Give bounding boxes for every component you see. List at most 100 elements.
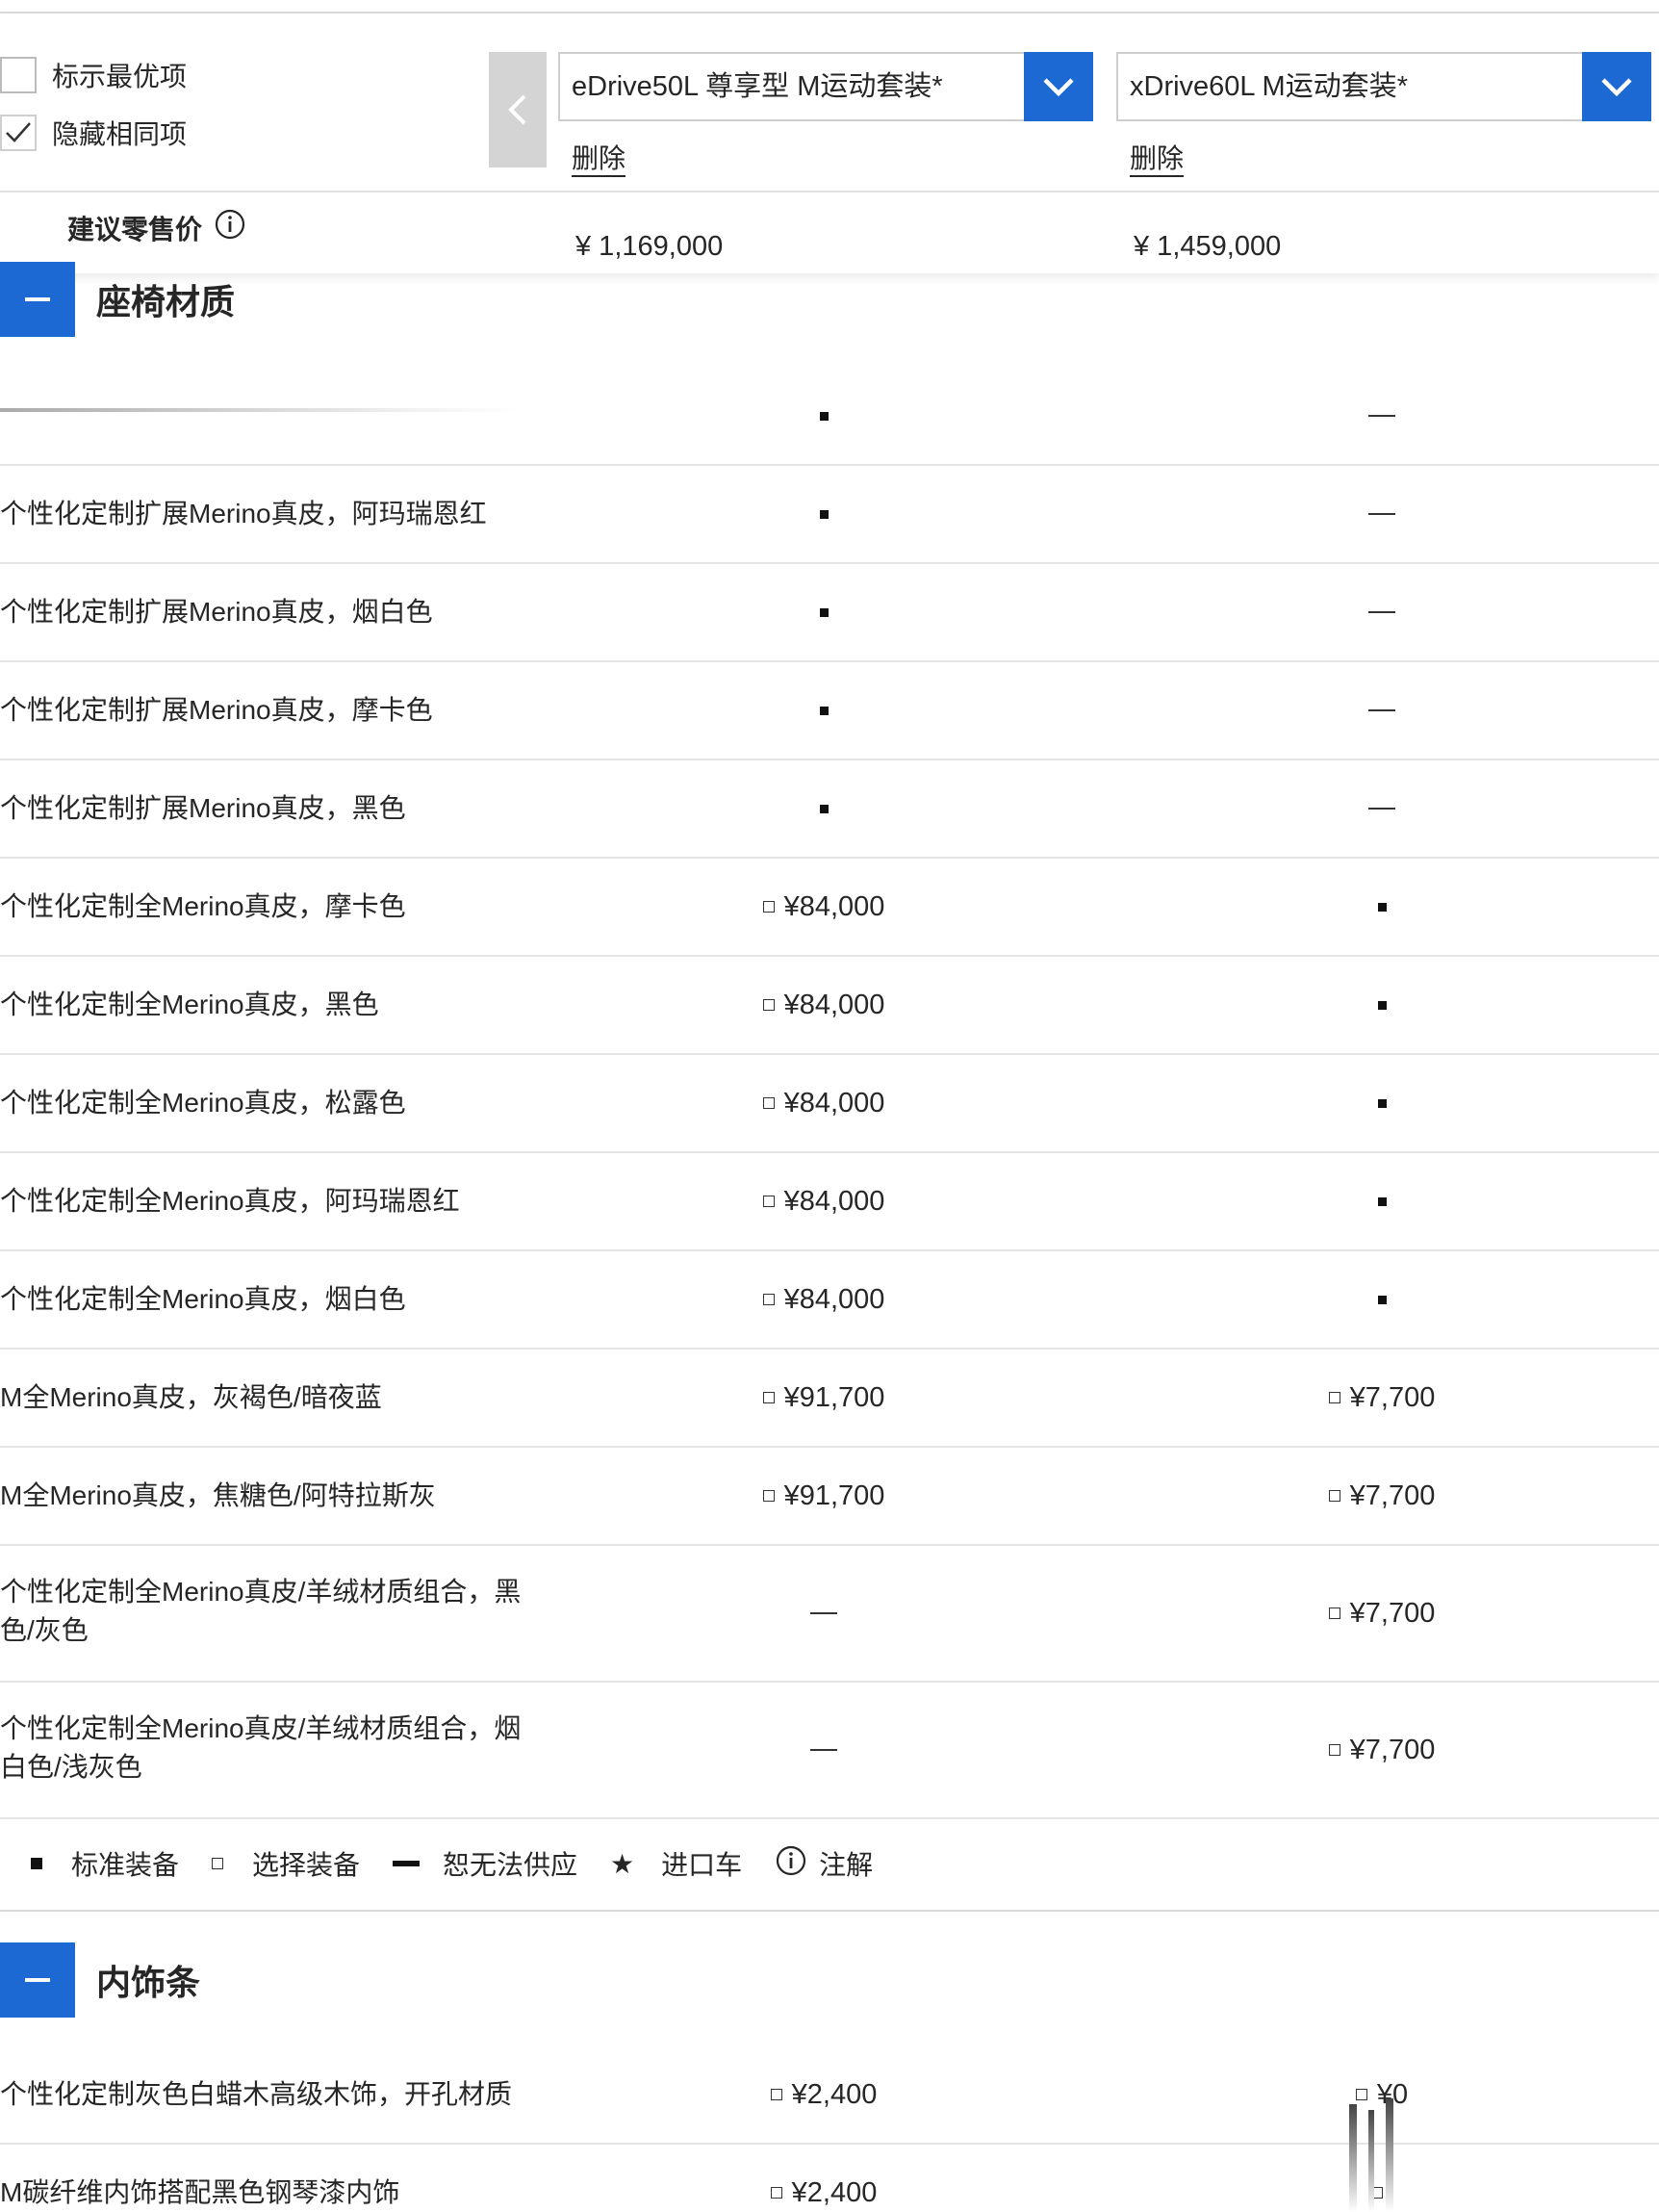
unavailable-marker-icon bbox=[1368, 709, 1395, 711]
legend-note[interactable]: 注解 bbox=[775, 1844, 873, 1884]
standard-marker-icon bbox=[819, 509, 829, 519]
unavailable-marker-icon bbox=[810, 1749, 837, 1751]
feature-name: 个性化定制全Merino真皮，黑色 bbox=[0, 990, 379, 1019]
model-1-cell bbox=[631, 564, 1016, 660]
model-select-1[interactable]: eDrive50L 尊享型 M运动套装* bbox=[558, 52, 1093, 121]
optional-checkbox[interactable] bbox=[762, 1294, 775, 1305]
legend-imported-label: 进口车 bbox=[661, 1850, 743, 1880]
hide-same-checkbox[interactable] bbox=[0, 115, 37, 151]
optional-checkbox[interactable] bbox=[762, 1097, 775, 1109]
option-price: ¥7,700 bbox=[1349, 1381, 1436, 1413]
model-1-cell: ¥2,400 bbox=[631, 2145, 1016, 2212]
legend-optional-label: 选择装备 bbox=[252, 1850, 361, 1880]
model-1-cell: ¥84,000 bbox=[631, 1251, 1016, 1348]
hide-same-filter[interactable]: 隐藏相同项 bbox=[0, 114, 187, 152]
feature-name: 个性化定制全Merino真皮，阿玛瑞恩红 bbox=[0, 1186, 460, 1216]
option-price: ¥91,700 bbox=[783, 1381, 885, 1413]
section-header-seat-material: 座椅材质 bbox=[0, 262, 235, 337]
model-1-cell bbox=[631, 368, 1016, 464]
chevron-down-icon bbox=[1601, 78, 1632, 97]
table-row: 个性化定制全Merino真皮，松露色 ¥84,000 bbox=[0, 1055, 1659, 1153]
unavailable-marker-icon bbox=[393, 1861, 421, 1866]
delete-model-2-link[interactable]: 删除 bbox=[1130, 142, 1185, 177]
header-divider bbox=[0, 191, 1659, 193]
legend-note-label: 注解 bbox=[819, 1850, 874, 1880]
mark-best-checkbox[interactable] bbox=[0, 57, 37, 93]
standard-marker-icon bbox=[819, 706, 829, 715]
feature-name: M全Merino真皮，灰褐色/暗夜蓝 bbox=[0, 1382, 382, 1412]
legend-unavailable: 恕无法供应 bbox=[393, 1844, 577, 1883]
feature-name: 个性化定制全Merino真皮，烟白色 bbox=[0, 1284, 406, 1314]
previous-model-button[interactable] bbox=[489, 52, 547, 167]
model-2-cell bbox=[1189, 957, 1574, 1053]
model-2-name: xDrive60L M运动套装* bbox=[1130, 71, 1408, 102]
model-2-cell bbox=[1189, 1251, 1574, 1348]
optional-checkbox[interactable] bbox=[762, 901, 775, 913]
section-title: 座椅材质 bbox=[96, 282, 236, 322]
model-1-cell: ¥91,700 bbox=[631, 1448, 1016, 1544]
feature-name: 个性化定制扩展Merino真皮，摩卡色 bbox=[0, 695, 433, 725]
model-1-cell bbox=[631, 466, 1016, 562]
model-1-cell: ¥2,400 bbox=[631, 2046, 1016, 2143]
model-2-cell bbox=[1189, 466, 1574, 562]
option-price: ¥84,000 bbox=[783, 1185, 885, 1217]
model-1-cell: ¥91,700 bbox=[631, 1350, 1016, 1446]
hide-same-label: 隐藏相同项 bbox=[52, 119, 188, 149]
optional-checkbox[interactable] bbox=[1328, 1608, 1340, 1619]
legend-imported: ★ 进口车 bbox=[610, 1844, 742, 1883]
option-price: ¥7,700 bbox=[1349, 1597, 1436, 1629]
model-1-cell: ¥84,000 bbox=[631, 859, 1016, 955]
option-price: ¥2,400 bbox=[791, 2078, 878, 2110]
collapse-button[interactable] bbox=[0, 1942, 75, 2018]
model-2-cell bbox=[1189, 564, 1574, 660]
standard-marker-icon bbox=[819, 607, 829, 617]
model-2-cell: ¥7,700 bbox=[1189, 1683, 1574, 1817]
star-icon: ★ bbox=[610, 1848, 635, 1879]
model-1-price: ¥ 1,169,000 bbox=[575, 231, 724, 262]
optional-checkbox[interactable] bbox=[762, 1392, 775, 1403]
mark-best-label: 标示最优项 bbox=[52, 62, 188, 91]
model-1-cell: ¥84,000 bbox=[631, 1153, 1016, 1249]
optional-checkbox[interactable] bbox=[1328, 1744, 1340, 1756]
legend-standard-label: 标准装备 bbox=[71, 1850, 180, 1880]
check-icon bbox=[6, 122, 31, 142]
watermark-logo-icon bbox=[1349, 2098, 1393, 2212]
standard-marker-icon bbox=[1377, 902, 1387, 912]
table-row: 个性化定制扩展Merino真皮，黑色 bbox=[0, 760, 1659, 859]
collapse-button[interactable] bbox=[0, 262, 75, 337]
delete-model-1-link[interactable]: 删除 bbox=[572, 142, 626, 177]
standard-marker-icon bbox=[819, 411, 829, 421]
mark-best-filter[interactable]: 标示最优项 bbox=[0, 56, 187, 94]
model-2-cell bbox=[1189, 760, 1574, 857]
compare-header: 标示最优项 隐藏相同项 eDrive50L 尊享型 M运动套装* xDrive6… bbox=[0, 13, 1659, 273]
optional-checkbox[interactable] bbox=[762, 1196, 775, 1207]
table-row: 个性化定制全Merino真皮，黑色 ¥84,000 bbox=[0, 957, 1659, 1055]
standard-marker-icon bbox=[1377, 1196, 1387, 1206]
feature-name: 个性化定制全Merino真皮，松露色 bbox=[0, 1088, 406, 1118]
optional-checkbox[interactable] bbox=[762, 999, 775, 1011]
optional-checkbox[interactable] bbox=[1328, 1490, 1340, 1502]
feature-name: 个性化定制全Merino真皮，摩卡色 bbox=[0, 891, 406, 921]
section-title: 内饰条 bbox=[96, 1963, 201, 2002]
option-price: ¥84,000 bbox=[783, 890, 885, 922]
optional-checkbox[interactable] bbox=[762, 1490, 775, 1502]
table-row: 个性化定制扩展Merino真皮，烟白色 bbox=[0, 564, 1659, 662]
table-row: M全Merino真皮，焦糖色/阿特拉斯灰 ¥91,700 ¥7,700 bbox=[0, 1448, 1659, 1546]
optional-checkbox[interactable] bbox=[770, 2187, 782, 2199]
optional-checkbox[interactable] bbox=[770, 2089, 782, 2100]
standard-marker-icon bbox=[819, 804, 829, 813]
feature-name: M碳纤维内饰搭配黑色钢琴漆内饰 bbox=[0, 2177, 400, 2207]
chevron-left-icon bbox=[508, 94, 526, 125]
model-2-dropdown-button[interactable] bbox=[1582, 52, 1651, 121]
table-row: 个性化定制全Merino真皮，阿玛瑞恩红 ¥84,000 bbox=[0, 1153, 1659, 1251]
model-1-cell bbox=[631, 1683, 1016, 1817]
minus-icon bbox=[25, 297, 50, 301]
model-2-cell bbox=[1189, 1153, 1574, 1249]
model-select-2[interactable]: xDrive60L M运动套装* bbox=[1116, 52, 1651, 121]
unavailable-marker-icon bbox=[810, 1612, 837, 1614]
optional-checkbox[interactable] bbox=[1328, 1392, 1340, 1403]
model-2-cell: ¥7,700 bbox=[1189, 1350, 1574, 1446]
model-2-cell bbox=[1189, 1055, 1574, 1151]
model-1-dropdown-button[interactable] bbox=[1024, 52, 1093, 121]
info-icon[interactable] bbox=[214, 208, 246, 247]
